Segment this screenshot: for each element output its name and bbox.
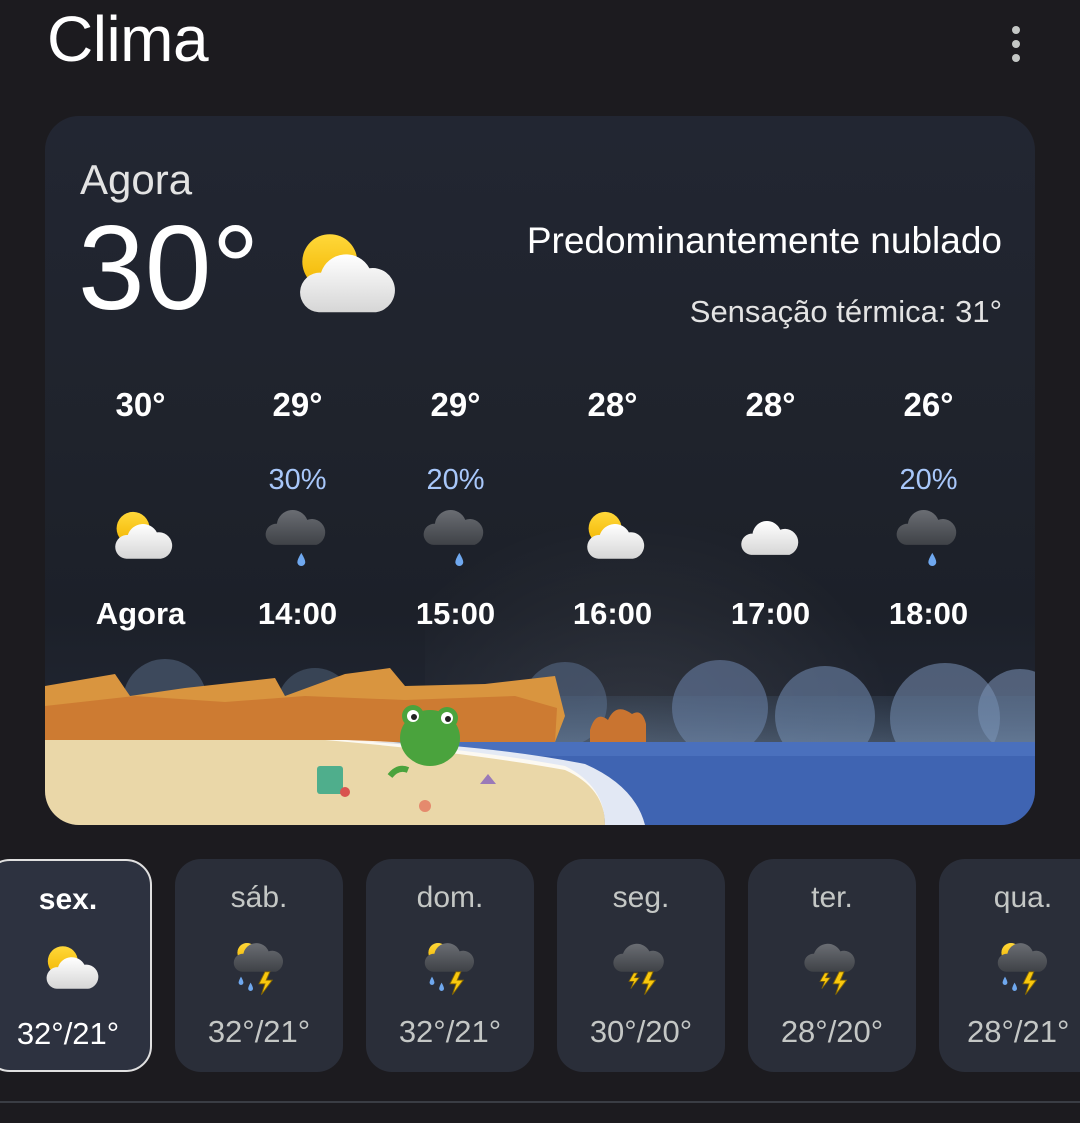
day-name: dom.: [416, 881, 484, 914]
hourly-item[interactable]: 28° 16:00: [534, 382, 691, 642]
hour-time: 15:00: [415, 596, 496, 631]
day-temp-range: 28°/20°: [780, 1014, 884, 1049]
partly-cloudy-icon: [40, 939, 100, 999]
current-temperature: 30°: [78, 201, 260, 335]
day-card[interactable]: sex. 32°/21°: [0, 859, 152, 1072]
hour-temperature: 29°: [272, 386, 323, 423]
day-card[interactable]: seg. 30°/20°: [557, 859, 725, 1072]
day-name: qua.: [993, 881, 1053, 914]
hour-precipitation: 30%: [268, 464, 327, 496]
day-name: sex.: [38, 883, 98, 916]
condition-text: Predominantemente nublado: [526, 220, 1002, 261]
more-vert-icon[interactable]: [996, 22, 1036, 66]
day-card[interactable]: qua. 28°/21°: [939, 859, 1080, 1072]
hourly-item[interactable]: 28° 17:00: [692, 382, 849, 642]
partly-cloudy-icon: [288, 226, 398, 326]
day-name: seg.: [612, 881, 670, 914]
hour-temperature: 28°: [587, 386, 638, 423]
day-temp-range: 28°/21°: [967, 1014, 1070, 1049]
hour-temperature: 29°: [430, 386, 481, 423]
day-temp-range: 30°/20°: [589, 1014, 693, 1049]
hour-time: Agora: [95, 596, 186, 631]
hourly-item[interactable]: 26° 20% 18:00: [850, 382, 1007, 642]
rain-cloud-icon: [265, 504, 331, 570]
hour-time: 16:00: [572, 596, 653, 631]
hour-temperature: 28°: [745, 386, 796, 423]
hour-time: 17:00: [730, 596, 811, 631]
hourly-item[interactable]: 29° 20% 15:00: [377, 382, 534, 642]
hour-time: 14:00: [257, 596, 338, 631]
hour-precipitation: 20%: [426, 464, 485, 496]
day-temp-range: 32°/21°: [16, 1016, 120, 1051]
day-card[interactable]: ter. 28°/20°: [748, 859, 916, 1072]
partly-cloudy-icon: [108, 504, 174, 570]
rain-cloud-icon: [423, 504, 489, 570]
partly-cloudy-icon: [580, 504, 646, 570]
cloud-icon: [738, 504, 804, 570]
hour-time: 18:00: [888, 596, 969, 631]
bottom-divider: [0, 1101, 1080, 1103]
current-weather-card[interactable]: Agora 30° Predominantemente nublado Sens…: [45, 116, 1035, 825]
day-card[interactable]: sáb. 32°/21°: [175, 859, 343, 1072]
hourly-item[interactable]: 29° 30% 14:00: [219, 382, 376, 642]
day-temp-range: 32°/21°: [207, 1014, 311, 1049]
rain-cloud-icon: [896, 504, 962, 570]
thunderstorm-rain-icon: [993, 937, 1053, 997]
weather-page: Clima Agora 30° Predominantemente nublad…: [0, 0, 1080, 1123]
day-temp-range: 32°/21°: [398, 1014, 502, 1049]
day-name: ter.: [811, 881, 853, 914]
hour-temperature: 30°: [115, 386, 166, 423]
thunderstorm-icon: [802, 937, 862, 997]
hourly-forecast: 30° Agora 29° 30% 14:00 29° 20% 15:00 28…: [62, 382, 1008, 642]
hourly-item[interactable]: 30° Agora: [62, 382, 219, 642]
daily-forecast: sex. 32°/21° sáb. 32°/21° dom. 32°/21° s…: [0, 859, 1080, 1074]
day-name: sáb.: [230, 881, 288, 914]
now-label: Agora: [80, 156, 193, 203]
thunderstorm-icon: [611, 937, 671, 997]
page-title: Clima: [47, 3, 209, 75]
thunderstorm-rain-icon: [229, 937, 289, 997]
thunderstorm-rain-icon: [420, 937, 480, 997]
hour-precipitation: 20%: [899, 464, 958, 496]
feels-like-text: Sensação térmica: 31°: [689, 294, 1002, 329]
hour-temperature: 26°: [903, 386, 954, 423]
beach-frog-illustration: [45, 659, 1035, 825]
day-card[interactable]: dom. 32°/21°: [366, 859, 534, 1072]
